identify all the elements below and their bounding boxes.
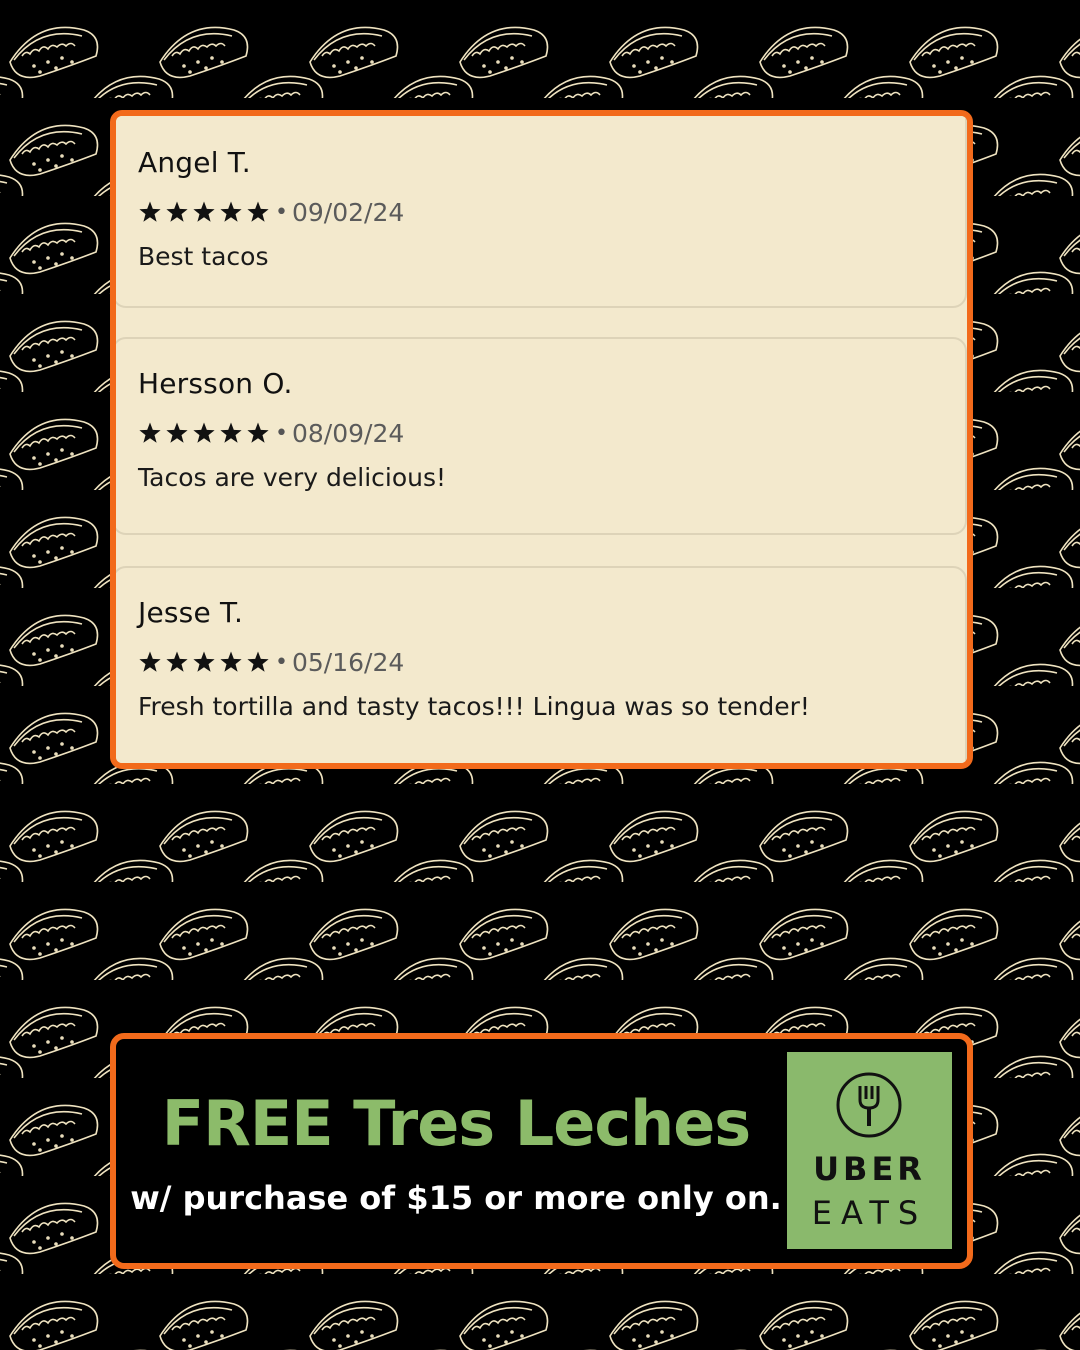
separator-dot: • (275, 649, 288, 675)
review-date: 08/09/24 (291, 418, 405, 448)
reviews-panel: Angel T. • 09/02/24 Best tacos Hersson O. • 08… (110, 110, 973, 769)
star-icon (139, 422, 161, 443)
star-icon (220, 422, 242, 443)
star-icon (139, 201, 161, 222)
promo-banner: FREE Tres Leches w/ purchase of $15 or m… (110, 1033, 973, 1269)
separator-dot: • (275, 199, 288, 225)
star-icon (166, 201, 188, 222)
review-text: Tacos are very delicious! (138, 463, 447, 492)
star-icon (193, 651, 215, 672)
reviewer-name: Jesse T. (138, 596, 244, 629)
star-icon (193, 422, 215, 443)
star-icon (247, 422, 269, 443)
star-icon (193, 201, 215, 222)
review-text: Fresh tortilla and tasty tacos!!! Lingua… (138, 692, 810, 721)
review-text: Best tacos (138, 242, 269, 271)
reviewer-name: Angel T. (138, 146, 251, 179)
review-date: 09/02/24 (291, 197, 405, 227)
star-icon (139, 651, 161, 672)
review-card: Jesse T. • 05/16/24 Fresh tortilla and tast… (116, 566, 967, 763)
star-icon (220, 651, 242, 672)
review-card: Angel T. • 09/02/24 Best tacos (116, 116, 967, 308)
separator-dot: • (275, 420, 288, 446)
uber-eats-logo[interactable]: UBER EATS (787, 1052, 952, 1249)
review-date: 05/16/24 (291, 647, 405, 677)
logo-word-eats: EATS (811, 1194, 928, 1232)
rating-row: • 09/02/24 (138, 197, 404, 227)
star-icon (247, 201, 269, 222)
promo-headline: FREE Tres Leches (161, 1087, 751, 1160)
star-icon (247, 651, 269, 672)
star-icon (220, 201, 242, 222)
star-icon (166, 651, 188, 672)
fork-in-circle-icon (836, 1072, 902, 1138)
star-icon (166, 422, 188, 443)
rating-row: • 08/09/24 (138, 418, 404, 448)
review-card: Hersson O. • 08/09/24 Tacos are very delici… (116, 337, 967, 535)
promo-subline: w/ purchase of $15 or more only on. (130, 1179, 782, 1217)
rating-row: • 05/16/24 (138, 647, 404, 677)
reviewer-name: Hersson O. (138, 367, 293, 400)
logo-word-uber: UBER (813, 1150, 926, 1188)
